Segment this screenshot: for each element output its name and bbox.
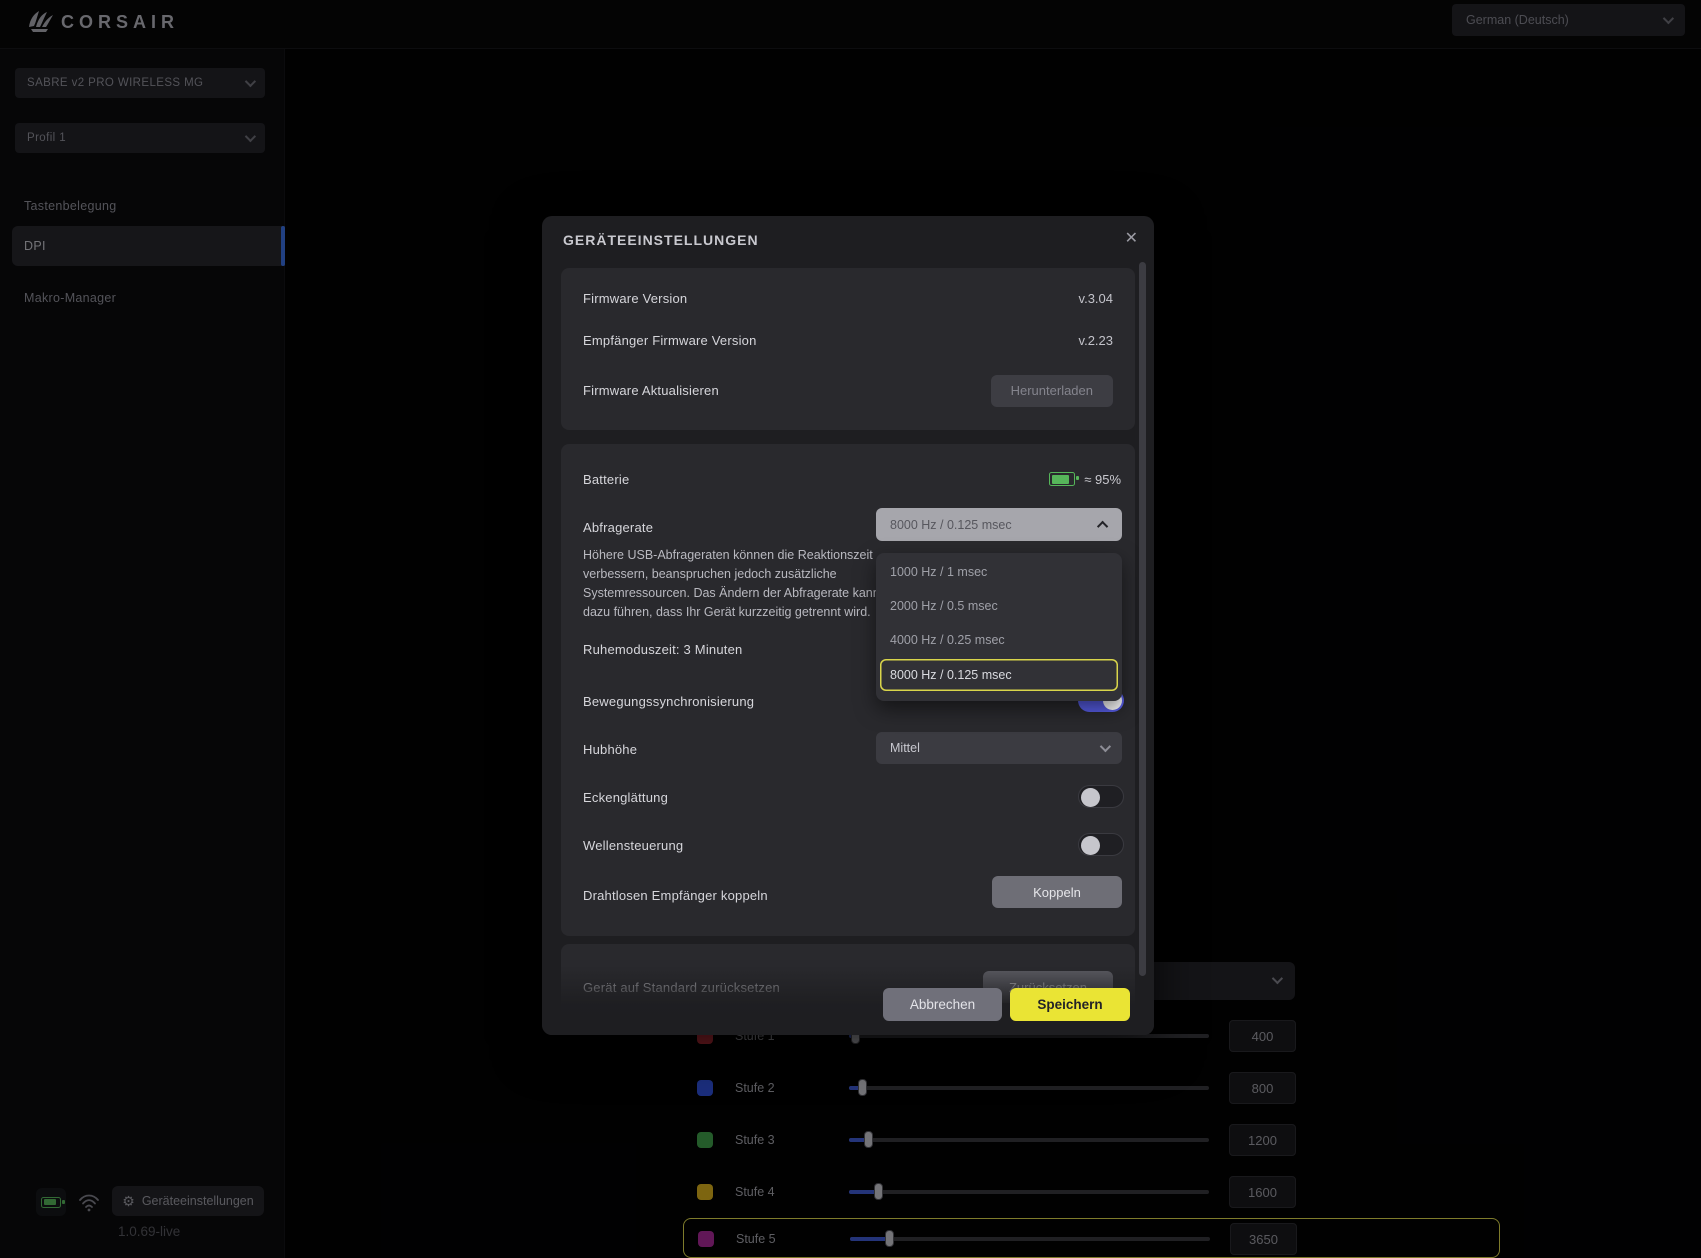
chevron-up-icon <box>1097 520 1108 531</box>
firmware-card: Firmware Version v.3.04 Empfänger Firmwa… <box>561 268 1135 430</box>
receiver-firmware-value: v.2.23 <box>1079 333 1113 348</box>
lift-height-value: Mittel <box>890 741 920 755</box>
download-button[interactable]: Herunterladen <box>991 375 1113 407</box>
polling-option-8000hz-selected[interactable]: 8000 Hz / 0.125 msec <box>880 659 1118 691</box>
polling-rate-options-list: 1000 Hz / 1 msec 2000 Hz / 0.5 msec 4000… <box>876 553 1122 701</box>
polling-rate-label: Abfragerate <box>583 520 653 535</box>
close-icon[interactable]: ✕ <box>1125 228 1138 248</box>
angle-snapping-label: Eckenglättung <box>583 790 668 805</box>
angle-snapping-toggle[interactable] <box>1078 785 1124 808</box>
pair-button[interactable]: Koppeln <box>992 876 1122 908</box>
modal-scrollbar[interactable] <box>1139 262 1146 976</box>
sleep-mode-label: Ruhemoduszeit: 3 Minuten <box>583 642 742 657</box>
toggle-knob <box>1081 788 1100 807</box>
save-button[interactable]: Speichern <box>1010 988 1130 1021</box>
polling-rate-description: Höhere USB-Abfrageraten können die Reakt… <box>583 546 901 622</box>
polling-option-2000hz[interactable]: 2000 Hz / 0.5 msec <box>876 589 1122 623</box>
cancel-button[interactable]: Abbrechen <box>883 988 1002 1021</box>
firmware-version-row: Firmware Version v.3.04 <box>583 291 1113 306</box>
modal-title: GERÄTEEINSTELLUNGEN <box>563 232 759 248</box>
receiver-firmware-row: Empfänger Firmware Version v.2.23 <box>583 333 1113 348</box>
pairing-label: Drahtlosen Empfänger koppeln <box>583 888 768 903</box>
motion-sync-label: Bewegungssynchronisierung <box>583 694 754 709</box>
lift-height-dropdown[interactable]: Mittel <box>876 732 1122 764</box>
receiver-firmware-label: Empfänger Firmware Version <box>583 333 757 348</box>
wave-control-label: Wellensteuerung <box>583 838 683 853</box>
chevron-down-icon <box>1100 741 1111 752</box>
firmware-update-label: Firmware Aktualisieren <box>583 383 719 398</box>
polling-rate-value: 8000 Hz / 0.125 msec <box>890 518 1012 532</box>
device-settings-modal: GERÄTEEINSTELLUNGEN ✕ Firmware Version v… <box>542 216 1154 1035</box>
firmware-version-value: v.3.04 <box>1079 291 1113 306</box>
battery-percent: ≈ 95% <box>1084 472 1121 487</box>
toggle-knob <box>1081 836 1100 855</box>
firmware-update-row: Firmware Aktualisieren Herunterladen <box>583 375 1113 407</box>
firmware-version-label: Firmware Version <box>583 291 687 306</box>
lift-height-label: Hubhöhe <box>583 742 637 757</box>
polling-option-4000hz[interactable]: 4000 Hz / 0.25 msec <box>876 623 1122 657</box>
battery-row: Batterie ≈ 95% <box>583 466 1121 492</box>
polling-rate-dropdown[interactable]: 8000 Hz / 0.125 msec <box>876 508 1122 541</box>
battery-label: Batterie <box>583 472 629 487</box>
wave-control-toggle[interactable] <box>1078 833 1124 856</box>
app-window: CORSAIR German (Deutsch) SABRE v2 PRO WI… <box>0 0 1701 1258</box>
battery-level-icon <box>1049 472 1075 486</box>
polling-option-1000hz[interactable]: 1000 Hz / 1 msec <box>876 555 1122 589</box>
